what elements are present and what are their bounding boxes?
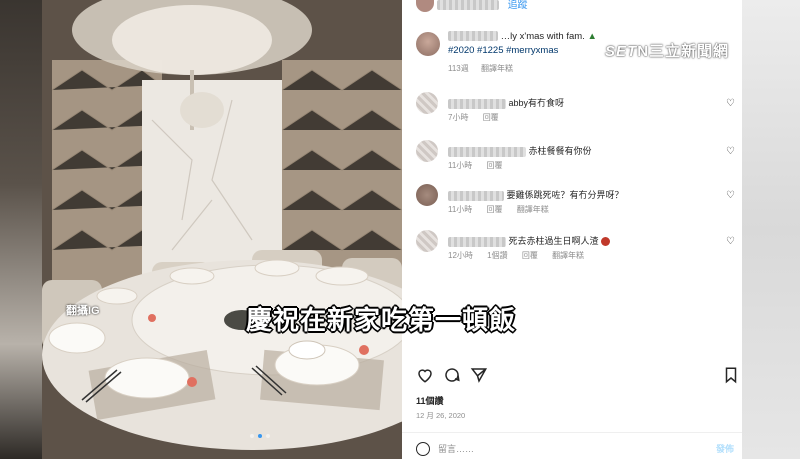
comment-item: 赤柱餐餐有你份 11小時 回覆 ♡ — [416, 140, 741, 180]
news-logo: SETN三立新聞網 — [605, 40, 729, 61]
post-panel: 追蹤 …ly x'mas with fam. ▲ #2020 #1225 #me… — [402, 0, 742, 459]
comment-input[interactable]: 留言…… — [416, 441, 475, 457]
comment-icon[interactable] — [443, 366, 461, 384]
image-source-label: 翻攝IG — [66, 305, 100, 317]
comment-text: 赤柱餐餐有你份 — [528, 146, 592, 156]
comment-username-blurred[interactable] — [448, 98, 506, 109]
caption-time: 113週 — [448, 64, 469, 73]
comment-likes[interactable]: 1個讚 — [487, 251, 507, 260]
comment-heart-icon[interactable]: ♡ — [726, 98, 735, 109]
blurred-background-left — [0, 0, 42, 459]
comment-reply[interactable]: 回覆 — [522, 251, 538, 260]
caption-avatar[interactable] — [416, 32, 440, 56]
post-comment-button[interactable]: 發佈 — [716, 442, 734, 455]
comment-time: 11小時 — [448, 161, 473, 170]
caption-text: …ly x'mas with fam. — [500, 31, 585, 42]
comment-username-blurred[interactable] — [448, 236, 506, 247]
comment-avatar[interactable] — [416, 140, 438, 162]
comment-avatar[interactable] — [416, 92, 438, 114]
logo-rest: N三立新聞網 — [637, 43, 730, 60]
video-subtitle: 慶祝在新家吃第一頓飯 — [246, 305, 517, 335]
caption-meta: 113週 翻譯年糕 — [448, 62, 678, 76]
carousel-indicator — [250, 434, 270, 438]
divider — [402, 432, 742, 433]
comment-item: abby有冇食呀 7小時 回覆 ♡ — [416, 92, 741, 132]
tree-emoji-icon: ▲ — [587, 31, 597, 42]
carousel-dot-active — [258, 434, 262, 438]
comment-text: abby有冇食呀 — [508, 98, 565, 108]
follow-button[interactable]: 追蹤 — [508, 0, 528, 11]
carousel-dot — [266, 434, 270, 438]
comment-time: 7小時 — [448, 113, 469, 122]
post-date: 12 月 26, 2020 — [416, 411, 466, 420]
author-avatar[interactable] — [416, 0, 434, 13]
post-actions — [416, 366, 737, 384]
comment-time: 12小時 — [448, 251, 473, 260]
comment-avatar[interactable] — [416, 184, 438, 206]
angry-emoji-icon — [601, 237, 611, 247]
comment-username-blurred[interactable] — [448, 190, 504, 201]
hashtags[interactable]: #2020 #1225 #merryxmas — [448, 45, 558, 56]
comment-username-blurred[interactable] — [448, 146, 526, 157]
comment-placeholder: 留言…… — [438, 444, 475, 454]
heart-icon[interactable] — [416, 366, 434, 384]
comment-text: 死去赤柱過生日啊人渣 — [508, 236, 599, 246]
comment-reply[interactable]: 回覆 — [483, 113, 499, 122]
post-photo: › — [42, 0, 402, 459]
comment-item: 要雞係跳死咗？有冇分畀呀？ 11小時 回覆 翻譯年糕 ♡ — [416, 184, 741, 224]
smile-icon[interactable] — [416, 441, 430, 456]
comment-translate[interactable]: 翻譯年糕 — [517, 205, 549, 214]
logo-set: SET — [605, 43, 638, 60]
bookmark-icon[interactable] — [722, 366, 740, 384]
caption-translate[interactable]: 翻譯年糕 — [481, 64, 513, 73]
comment-heart-icon[interactable]: ♡ — [726, 146, 735, 157]
like-count[interactable]: 11個讚 — [416, 394, 444, 407]
dining-room-photo — [42, 0, 402, 459]
comment-translate[interactable]: 翻譯年糕 — [552, 251, 584, 260]
comment-item: 死去赤柱過生日啊人渣 12小時 1個讚 回覆 翻譯年糕 ♡ — [416, 230, 741, 270]
share-icon[interactable] — [470, 366, 488, 384]
comment-heart-icon[interactable]: ♡ — [726, 236, 735, 247]
blurred-background-right — [742, 0, 800, 459]
comment-reply[interactable]: 回覆 — [487, 161, 503, 170]
post-header: 追蹤 — [416, 0, 528, 13]
carousel-dot — [250, 434, 254, 438]
author-username-blurred[interactable] — [436, 0, 499, 11]
comment-text: 要雞係跳死咗？有冇分畀呀？ — [506, 190, 624, 200]
comment-avatar[interactable] — [416, 230, 438, 252]
comment-heart-icon[interactable]: ♡ — [726, 190, 735, 201]
caption-username-blurred[interactable] — [448, 31, 498, 42]
comment-reply[interactable]: 回覆 — [487, 205, 503, 214]
comment-time: 11小時 — [448, 205, 473, 214]
